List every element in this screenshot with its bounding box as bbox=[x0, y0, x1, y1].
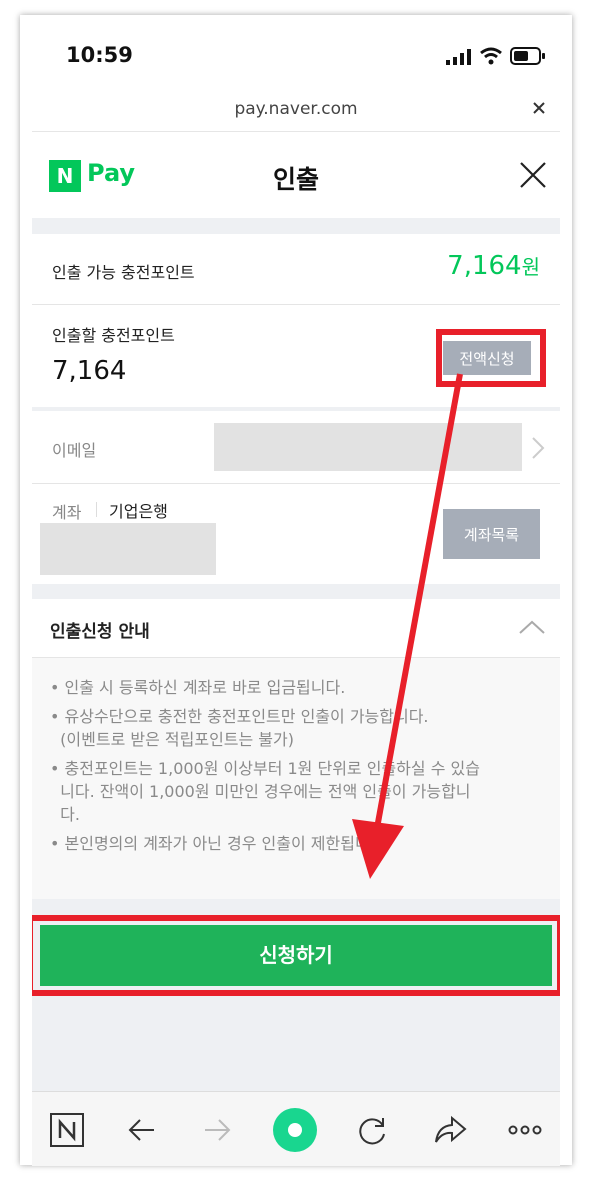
phone-screen: 10:59 pay.naver.com N Pay 인출 인출 가능 충전포인트… bbox=[32, 29, 560, 1166]
annotation-arrow bbox=[352, 373, 463, 879]
browser-toolbar bbox=[32, 1091, 560, 1166]
naver-home-icon[interactable] bbox=[47, 1110, 87, 1150]
back-arrow-icon[interactable] bbox=[122, 1110, 162, 1150]
green-dot-icon[interactable] bbox=[272, 1107, 318, 1153]
share-icon[interactable] bbox=[430, 1110, 470, 1150]
more-icon[interactable] bbox=[505, 1110, 545, 1150]
forward-arrow-icon[interactable] bbox=[197, 1110, 237, 1150]
refresh-icon[interactable] bbox=[352, 1110, 392, 1150]
